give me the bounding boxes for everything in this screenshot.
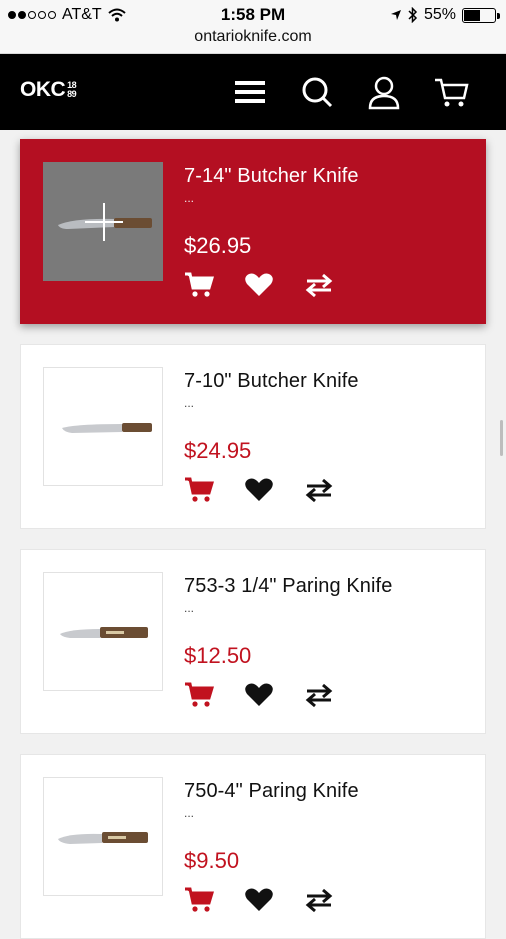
product-description: ... (184, 601, 195, 615)
compare-arrows-icon[interactable] (304, 887, 334, 913)
site-header: OKC 18 89 (0, 54, 506, 130)
product-image[interactable] (43, 572, 163, 691)
add-to-cart-icon[interactable] (184, 887, 214, 913)
logo-text: OKC (20, 78, 66, 101)
product-price: $26.95 (184, 233, 252, 258)
product-image[interactable] (43, 777, 163, 896)
compare-arrows-icon[interactable] (304, 272, 334, 298)
add-to-cart-icon[interactable] (184, 477, 214, 503)
okc-logo[interactable]: OKC 18 89 (20, 78, 77, 102)
product-title[interactable]: 7-10" Butcher Knife (184, 370, 359, 393)
product-image[interactable] (43, 367, 163, 486)
url-bar[interactable]: ontarioknife.com (0, 28, 506, 46)
butcher-knife-image (58, 203, 152, 241)
logo-year-bottom: 89 (67, 89, 77, 99)
butcher-knife-image (62, 423, 152, 433)
product-price: $12.50 (184, 643, 252, 668)
wishlist-heart-icon[interactable] (244, 887, 274, 913)
product-actions (184, 682, 334, 708)
status-right: 55% (390, 6, 500, 24)
product-title[interactable]: 750-4" Paring Knife (184, 780, 359, 803)
location-arrow-icon (390, 10, 401, 20)
account-icon[interactable] (364, 72, 404, 112)
product-card[interactable]: 7-14" Butcher Knife ... $26.95 (20, 139, 486, 324)
product-card[interactable]: 7-10" Butcher Knife ... $24.95 (20, 344, 486, 529)
product-price: $24.95 (184, 438, 252, 463)
product-description: ... (184, 191, 195, 205)
bluetooth-icon (408, 7, 418, 23)
product-price: $9.50 (184, 848, 240, 873)
compare-arrows-icon[interactable] (304, 682, 334, 708)
product-card[interactable]: 750-4" Paring Knife ... $9.50 (20, 754, 486, 939)
wishlist-heart-icon[interactable] (244, 477, 274, 503)
battery-percent: 55% (423, 6, 456, 23)
product-image[interactable] (43, 162, 163, 281)
product-title[interactable]: 753-3 1/4" Paring Knife (184, 575, 392, 598)
search-icon[interactable] (297, 72, 337, 112)
scroll-indicator (500, 420, 503, 456)
logo-year: 18 89 (67, 81, 77, 99)
wishlist-heart-icon[interactable] (244, 682, 274, 708)
product-card[interactable]: 753-3 1/4" Paring Knife ... $12.50 (20, 549, 486, 734)
add-to-cart-icon[interactable] (184, 272, 214, 298)
cart-icon[interactable] (432, 72, 472, 112)
status-bar: AT&T 1:58 PM 55% ontarioknife.com (0, 0, 506, 54)
product-actions (184, 477, 334, 503)
product-title[interactable]: 7-14" Butcher Knife (184, 165, 359, 188)
product-actions (184, 272, 334, 298)
compare-arrows-icon[interactable] (304, 477, 334, 503)
paring-knife-image (58, 832, 148, 844)
add-to-cart-icon[interactable] (184, 682, 214, 708)
paring-knife-image (60, 627, 148, 638)
wishlist-heart-icon[interactable] (244, 272, 274, 298)
hamburger-menu-icon[interactable] (230, 72, 270, 112)
product-actions (184, 887, 334, 913)
product-description: ... (184, 396, 195, 410)
battery-icon (462, 7, 500, 23)
product-description: ... (184, 806, 195, 820)
